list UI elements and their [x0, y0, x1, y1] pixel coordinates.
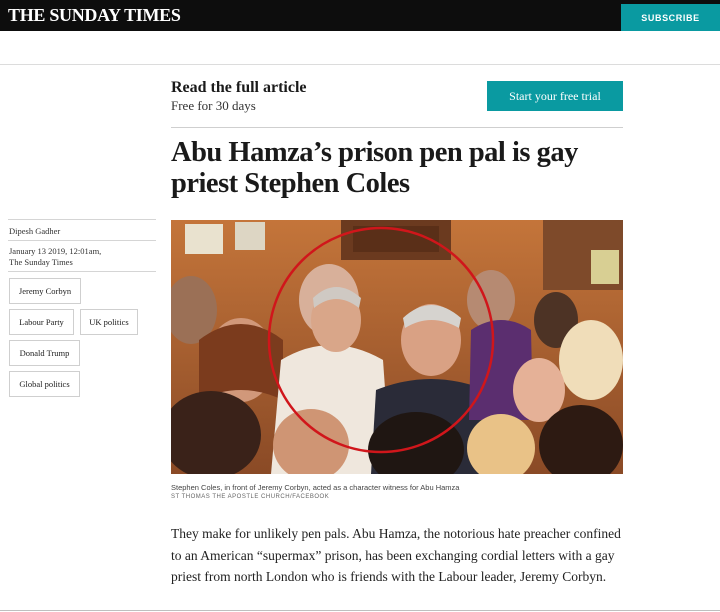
meta-divider	[8, 271, 156, 272]
tag-labour-party[interactable]: Labour Party	[9, 309, 74, 335]
free-trial-button[interactable]: Start your free trial	[487, 81, 623, 111]
subscribe-button[interactable]: SUBSCRIBE	[621, 4, 720, 31]
tag-global-politics[interactable]: Global politics	[9, 371, 80, 397]
footer-divider	[0, 610, 720, 611]
meta-divider	[8, 219, 156, 220]
author-name[interactable]: Dipesh Gadher	[9, 226, 60, 237]
article-headline: Abu Hamza’s prison pen pal is gay priest…	[171, 137, 578, 199]
masthead-logo[interactable]: THE SUNDAY TIMES	[8, 5, 181, 26]
promo-divider	[171, 127, 623, 128]
top-bar: THE SUNDAY TIMES SUBSCRIBE	[0, 0, 720, 31]
meta-divider	[8, 240, 156, 241]
image-credit: ST THOMAS THE APOSTLE CHURCH/FACEBOOK	[171, 494, 330, 500]
promo-subtitle: Free for 30 days	[171, 98, 256, 113]
tag-donald-trump[interactable]: Donald Trump	[9, 340, 80, 366]
article-photo	[171, 220, 623, 474]
image-caption: Stephen Coles, in front of Jeremy Corbyn…	[171, 483, 460, 492]
publication-name: The Sunday Times	[9, 257, 73, 267]
promo-title: Read the full article	[171, 79, 307, 96]
publish-date: January 13 2019, 12:01am,	[9, 246, 102, 256]
article-body-paragraph: They make for unlikely pen pals. Abu Ham…	[171, 526, 621, 584]
tag-jeremy-corbyn[interactable]: Jeremy Corbyn	[9, 278, 81, 304]
crowd-photo-illustration	[171, 220, 623, 474]
header-divider	[0, 64, 720, 65]
tag-uk-politics[interactable]: UK politics	[80, 309, 138, 335]
